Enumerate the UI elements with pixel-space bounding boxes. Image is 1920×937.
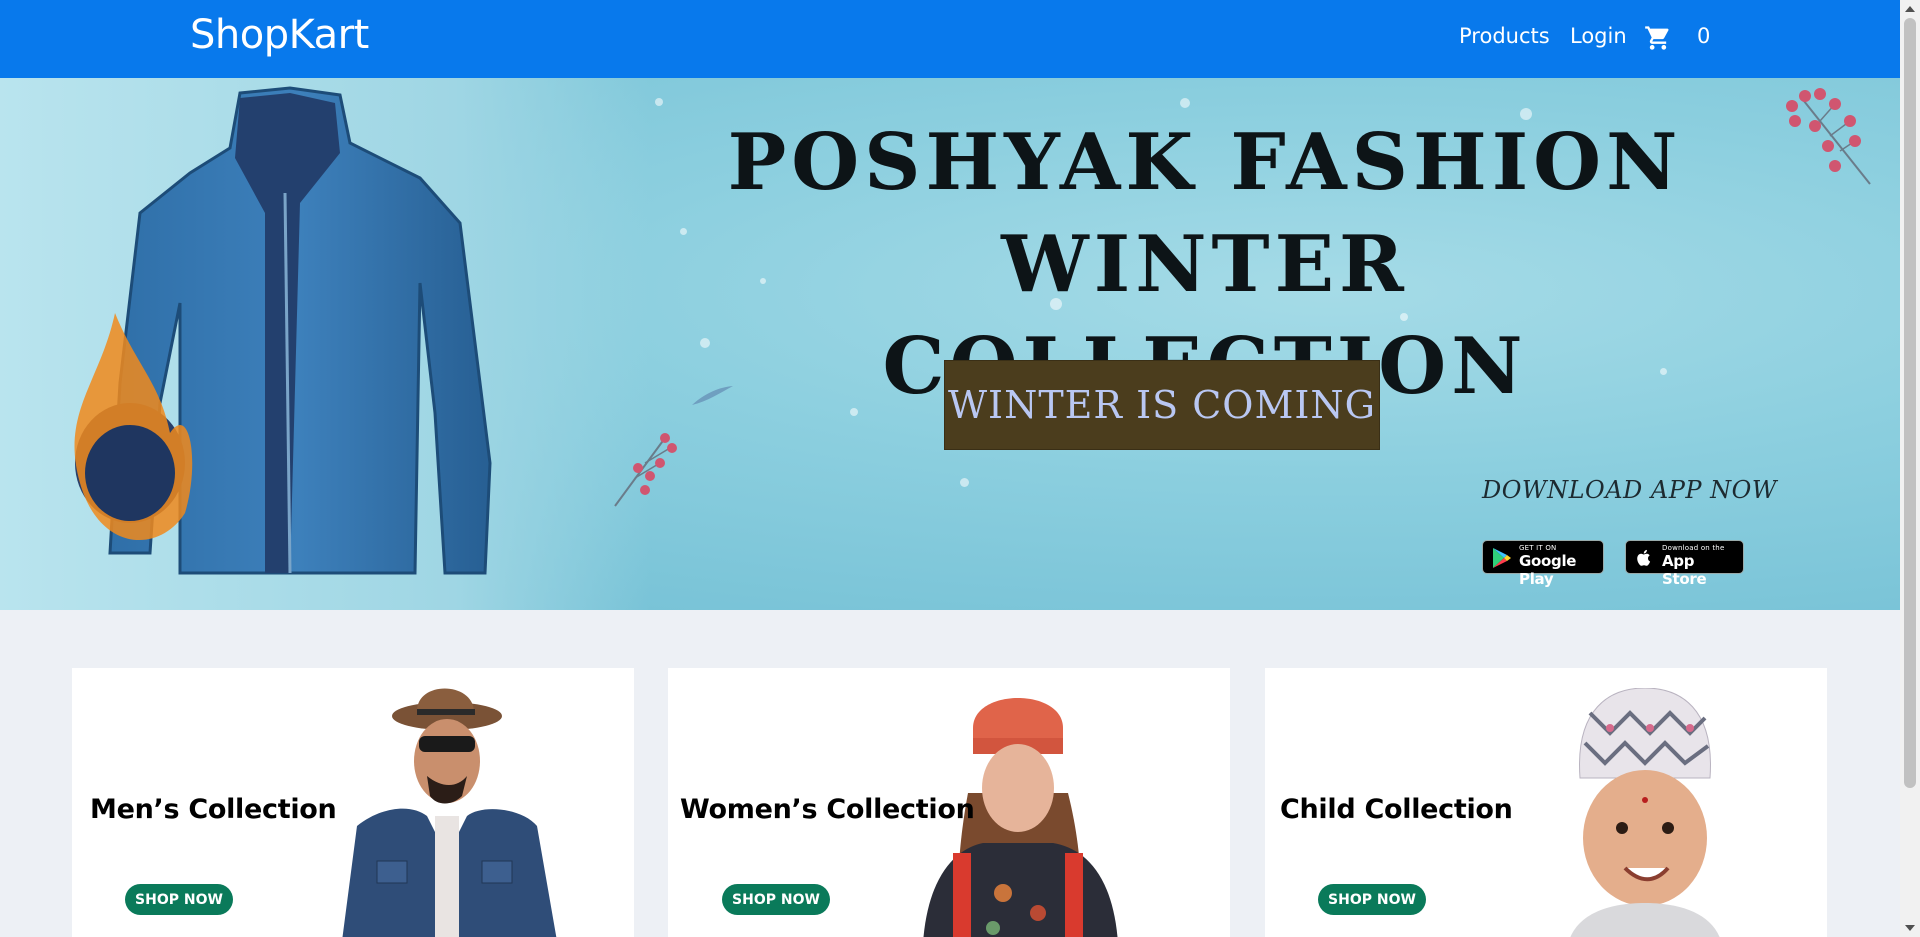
download-app-text: DOWNLOAD APP NOW — [1482, 476, 1778, 504]
navbar: ShopKart Products Login 0 — [0, 0, 1900, 78]
page-scrollbar[interactable] — [1900, 0, 1920, 937]
cart-count-badge[interactable]: 0 — [1697, 24, 1710, 48]
child-collection-card[interactable]: Child Collection SHOP NOW — [1265, 668, 1827, 937]
card-title: Men’s Collection — [90, 794, 337, 825]
brand-logo[interactable]: ShopKart — [190, 12, 369, 58]
card-title: Child Collection — [1280, 794, 1513, 825]
shopping-cart-icon[interactable] — [1643, 24, 1673, 52]
winter-is-coming-button[interactable]: WINTER IS COMING — [944, 360, 1380, 450]
apple-badge-big-text: App Store — [1662, 552, 1707, 588]
scroll-thumb[interactable] — [1904, 18, 1916, 788]
snow-decoration — [655, 98, 663, 106]
shop-now-button[interactable]: SHOP NOW — [125, 884, 233, 915]
scroll-down-arrow-icon[interactable] — [1905, 925, 1915, 931]
hero-banner: POSHYAK FASHION WINTER COLLECTION WINTER… — [0, 78, 1900, 610]
app-store-badge[interactable]: Download on the App Store — [1625, 540, 1744, 588]
jacket-illustration — [74, 86, 492, 575]
google-play-badge[interactable]: GET IT ON Google Play — [1482, 540, 1604, 588]
google-play-icon — [1493, 548, 1511, 568]
nav-products-link[interactable]: Products — [1459, 24, 1550, 48]
google-badge-big-text: Google Play — [1519, 552, 1577, 588]
berry-sprig-icon — [614, 433, 677, 507]
man-model-image — [342, 688, 557, 937]
card-title: Women’s Collection — [680, 794, 975, 825]
shop-now-button[interactable]: SHOP NOW — [1318, 884, 1426, 915]
snow-decoration — [1180, 98, 1190, 108]
scroll-up-arrow-icon[interactable] — [1905, 6, 1915, 12]
apple-icon — [1637, 549, 1651, 566]
nav-login-link[interactable]: Login — [1570, 24, 1627, 48]
snow-decoration — [960, 478, 969, 487]
shop-now-button[interactable]: SHOP NOW — [722, 884, 830, 915]
womens-collection-card[interactable]: Women’s Collection SHOP NOW — [668, 668, 1230, 937]
hero-title-line1: POSHYAK FASHION — [727, 117, 1683, 208]
google-badge-small-text: GET IT ON — [1519, 544, 1557, 552]
apple-badge-small-text: Download on the — [1662, 544, 1725, 552]
child-model-image — [1570, 688, 1720, 937]
berry-sprig-icon — [1786, 88, 1871, 185]
mens-collection-card[interactable]: Men’s Collection SHOP NOW — [72, 668, 634, 937]
